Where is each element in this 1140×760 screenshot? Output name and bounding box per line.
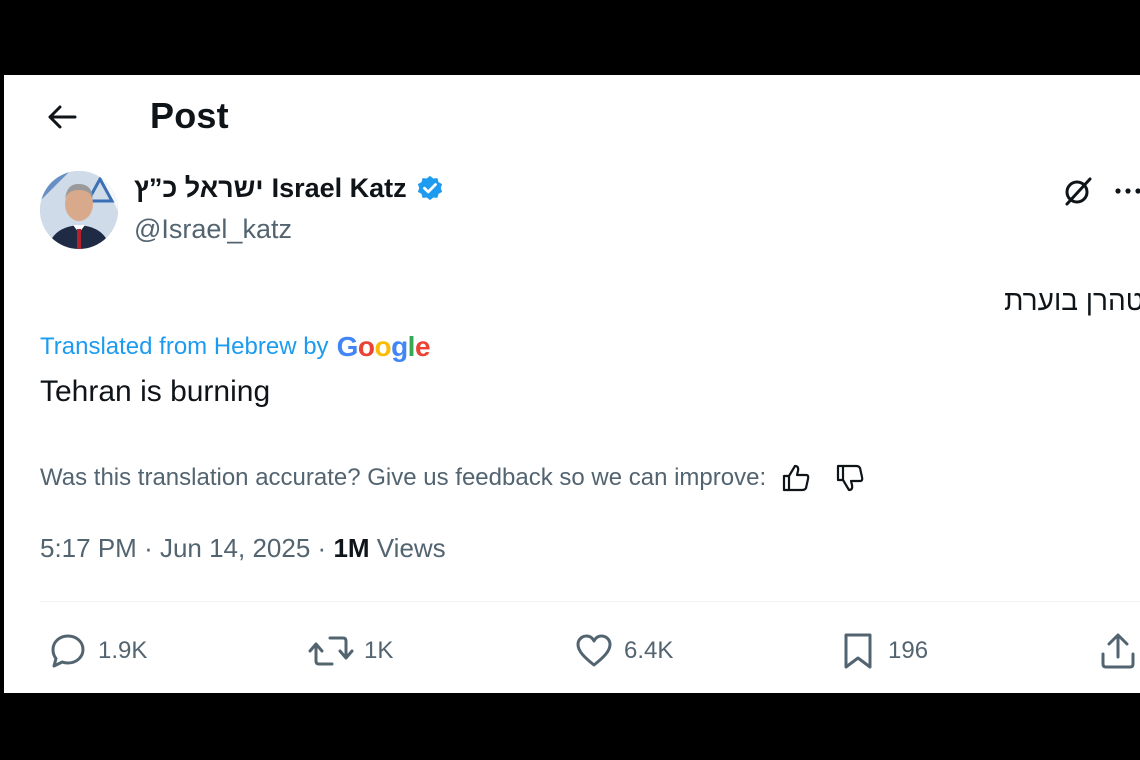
author-handle[interactable]: @Israel_katz	[134, 214, 292, 245]
post-translated-text: Tehran is burning	[40, 375, 271, 408]
thumbs-down-button[interactable]	[834, 463, 866, 493]
google-logo: Google	[336, 331, 431, 362]
grok-icon	[1062, 175, 1094, 207]
reply-count: 1.9K	[98, 637, 148, 664]
bookmark-count: 196	[888, 637, 929, 664]
feedback-prompt: Was this translation accurate? Give us f…	[40, 464, 767, 491]
translation-feedback: Was this translation accurate? Give us f…	[40, 463, 866, 493]
share-button[interactable]	[1098, 631, 1138, 671]
post-card: Post ישראל כ”ץ Israel Katz @Israel_katz	[4, 75, 1140, 693]
bookmark-button[interactable]: 196	[838, 631, 928, 671]
like-button[interactable]: 6.4K	[574, 631, 673, 671]
post-original-text: טהרן בוערת	[1004, 285, 1140, 316]
divider	[40, 601, 1140, 602]
back-button[interactable]	[42, 101, 82, 133]
post-meta: 5:17 PM · Jun 14, 2025 · 1M Views	[40, 533, 446, 564]
page-title: Post	[150, 95, 229, 136]
translated-by-row[interactable]: Translated from Hebrew by Google	[40, 331, 431, 362]
separator: ·	[144, 533, 160, 563]
post-time[interactable]: 5:17 PM	[40, 533, 137, 563]
author-name[interactable]: ישראל כ”ץ Israel Katz	[134, 173, 445, 204]
reply-button[interactable]: 1.9K	[48, 631, 147, 671]
thumbs-down-icon	[834, 463, 866, 493]
thumbs-up-button[interactable]	[780, 463, 812, 493]
like-icon	[574, 631, 614, 671]
separator: ·	[317, 533, 334, 563]
repost-count: 1K	[364, 637, 394, 664]
share-icon	[1098, 631, 1138, 671]
google-letter: G	[336, 331, 359, 362]
more-icon	[1112, 175, 1140, 205]
reply-icon	[48, 631, 88, 671]
repost-icon	[308, 631, 354, 671]
google-letter: g	[391, 331, 408, 362]
arrow-left-icon	[47, 104, 77, 130]
verified-badge-icon	[415, 174, 445, 204]
like-count: 6.4K	[624, 637, 674, 664]
author-name-hebrew: ישראל כ”ץ	[134, 173, 264, 203]
translated-label: Translated from Hebrew by	[40, 333, 329, 360]
grok-button[interactable]	[1060, 173, 1096, 209]
views-count: 1M	[333, 533, 370, 563]
author-name-latin: Israel Katz	[271, 173, 407, 203]
post-date[interactable]: Jun 14, 2025	[160, 533, 310, 563]
bookmark-icon	[838, 631, 878, 671]
avatar[interactable]	[40, 171, 118, 249]
views-label: Views	[376, 533, 446, 563]
google-letter: o	[357, 331, 375, 362]
repost-button[interactable]: 1K	[308, 631, 393, 671]
google-letter: e	[414, 331, 431, 362]
google-letter: l	[407, 331, 416, 362]
thumbs-up-icon	[780, 463, 812, 493]
google-letter: o	[374, 331, 392, 362]
google-wordmark: Google	[336, 331, 431, 362]
more-button[interactable]	[1112, 175, 1140, 205]
